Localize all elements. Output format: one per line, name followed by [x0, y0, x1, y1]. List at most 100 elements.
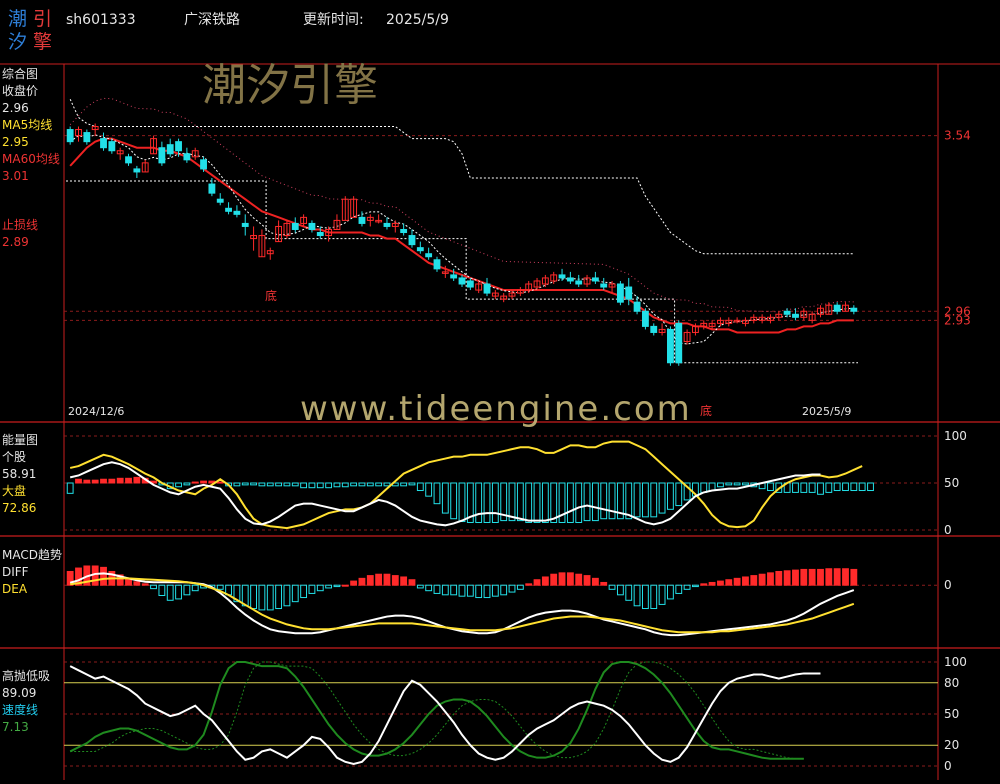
energy-bar — [508, 482, 516, 522]
price-tick-label: 3.54 — [944, 129, 971, 143]
candle-down — [133, 168, 141, 173]
macd-bar — [541, 576, 549, 586]
macd-bar — [750, 575, 758, 586]
macd-bar — [842, 568, 849, 586]
candle-down — [125, 156, 132, 164]
candle-down — [200, 159, 207, 170]
energy-bar — [275, 482, 283, 487]
energy-bar — [733, 482, 741, 486]
energy-bar — [200, 480, 207, 484]
main-price-plot — [66, 97, 858, 366]
update-label: 更新时间: — [303, 12, 364, 28]
candle-down — [316, 232, 324, 237]
energy-bar — [366, 482, 374, 487]
hilo-tick-label: 0 — [944, 759, 952, 773]
stock-name: 广深铁路 — [184, 12, 240, 28]
energy-bar — [792, 482, 799, 493]
energy-bar — [850, 482, 858, 492]
macd-bar — [316, 584, 324, 592]
energy-bar — [675, 482, 683, 507]
main-title: 综合图 — [2, 66, 38, 81]
energy-bar — [867, 482, 874, 492]
energy-bar — [83, 479, 91, 484]
macd-bar — [516, 584, 524, 590]
energy-bar — [250, 482, 257, 486]
macd-bar — [183, 584, 191, 596]
candle-down — [183, 153, 191, 161]
header: 潮 引 汐 擎 sh601333 广深铁路 更新时间: 2025/5/9 — [8, 8, 449, 53]
dea-label: DEA — [2, 582, 28, 596]
macd-bar — [667, 584, 674, 600]
macd-bar — [291, 584, 299, 603]
macd-bar — [408, 579, 416, 586]
energy-bar — [433, 482, 441, 505]
candle-down — [308, 222, 316, 230]
energy-bar — [608, 482, 616, 520]
energy-bar — [175, 482, 182, 488]
hilo-tick-label: 100 — [944, 655, 967, 669]
close-label: 收盘价 — [2, 83, 38, 98]
candle-down — [558, 274, 566, 279]
energy-bar — [66, 482, 74, 494]
stock-label: 个股 — [2, 450, 26, 464]
macd-bar — [250, 584, 257, 610]
energy-bar — [258, 482, 266, 487]
macd-bar — [416, 584, 424, 589]
candle-down — [208, 183, 216, 194]
macd-bar — [708, 581, 716, 586]
macd-tick-label: 0 — [944, 578, 952, 592]
watermark-url: www.tideengine.com — [300, 389, 692, 429]
macd-bar — [500, 584, 508, 596]
energy-bar — [583, 482, 591, 522]
macd-bar — [483, 584, 491, 599]
macd-bar — [158, 584, 166, 596]
energy-bar — [133, 476, 141, 484]
macd-bar — [650, 584, 658, 610]
candle-down — [383, 222, 391, 227]
macd-bar — [616, 584, 624, 596]
macd-bar — [508, 584, 516, 593]
candle-down — [650, 325, 658, 333]
energy-bar — [241, 482, 249, 486]
market-value: 72.86 — [2, 501, 36, 515]
energy-market-line — [69, 461, 821, 527]
macd-bar — [100, 566, 107, 586]
candle-down — [66, 129, 74, 143]
energy-bar — [641, 482, 649, 518]
hilo-tick-label: 20 — [944, 738, 959, 752]
energy-tick-label: 50 — [944, 476, 959, 490]
candle-down — [241, 222, 249, 227]
main-panel-labels: 综合图 收盘价 2.96 MA5均线 2.95 MA60均线 3.01 止损线 … — [2, 66, 851, 418]
macd-bar — [450, 584, 458, 596]
stop-label: 止损线 — [2, 218, 38, 232]
macd-bar — [675, 584, 683, 594]
logo-char-4: 擎 — [33, 31, 52, 53]
energy-bar — [650, 482, 658, 518]
hilo-plot — [69, 661, 821, 765]
energy-bar — [191, 481, 199, 484]
logo-char-1: 潮 — [8, 8, 27, 30]
macd-bar — [141, 583, 149, 586]
macd-bar — [575, 573, 583, 586]
energy-bar — [667, 482, 674, 510]
macd-bar — [725, 579, 733, 586]
macd-bar — [400, 576, 408, 586]
energy-bar — [516, 482, 524, 522]
energy-bar — [291, 482, 299, 487]
macd-bar — [433, 584, 441, 594]
ma5-value: 2.95 — [2, 135, 29, 149]
macd-bar — [742, 576, 749, 586]
macd-bar — [266, 584, 274, 611]
candle-down — [450, 274, 458, 279]
macd-bar — [817, 568, 824, 586]
macd-bar — [258, 584, 266, 611]
candle-down — [458, 277, 466, 285]
macd-bar — [175, 584, 182, 600]
upper-band-line — [69, 99, 854, 255]
candle-down — [625, 286, 633, 300]
candle-down — [291, 222, 299, 230]
date-end: 2025/5/9 — [802, 405, 851, 418]
energy-bar — [525, 482, 533, 523]
bottom-mark-2: 底 — [700, 403, 712, 418]
macd-title: MACD趋势 — [2, 548, 62, 562]
